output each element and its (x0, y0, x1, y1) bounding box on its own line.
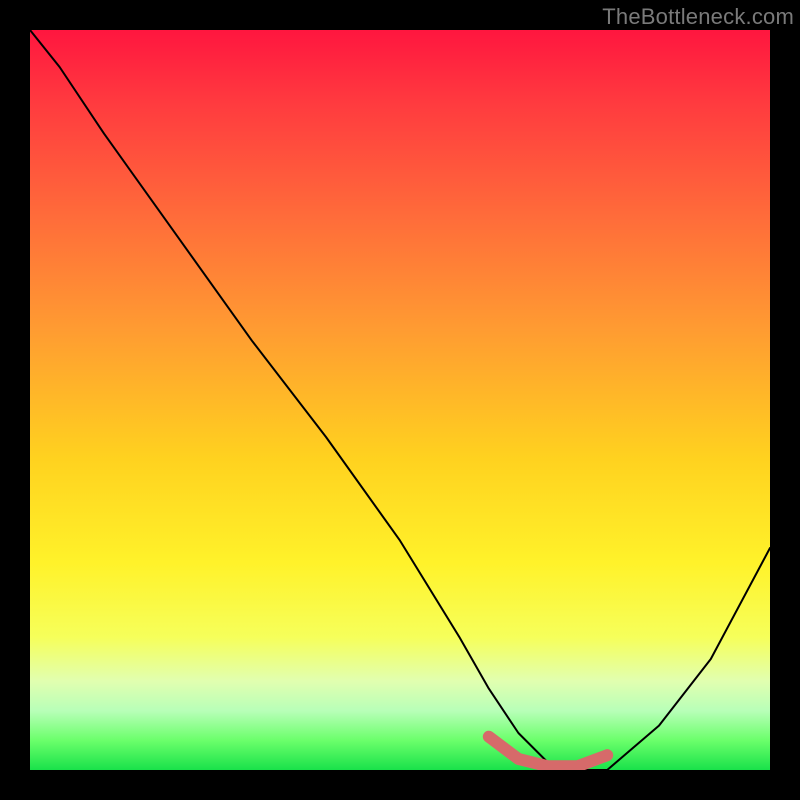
flat-highlight (489, 737, 607, 767)
main-curve (30, 30, 770, 770)
chart-frame: TheBottleneck.com (0, 0, 800, 800)
curve-layer (30, 30, 770, 770)
attribution-text: TheBottleneck.com (602, 4, 794, 30)
plot-area (30, 30, 770, 770)
